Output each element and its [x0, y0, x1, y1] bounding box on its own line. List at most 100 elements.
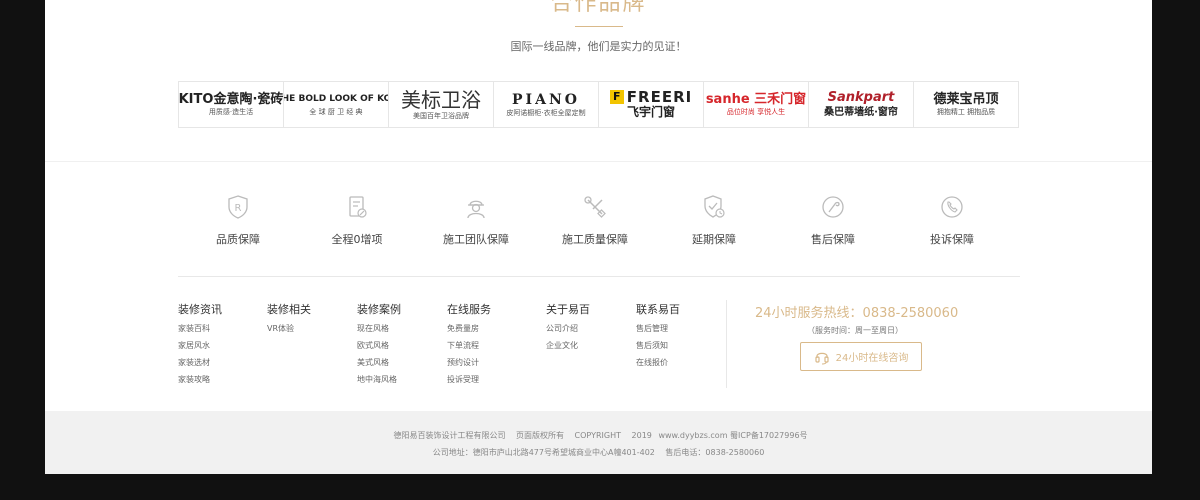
brand-name: sanhe 三禾门窗 [705, 92, 807, 107]
guarantee-label: 施工团队保障 [443, 233, 509, 246]
copyright-line: 德阳易百装饰设计工程有限公司 页面版权所有 COPYRIGHT 2019 www… [45, 430, 1152, 441]
guarantee-label: 施工质量保障 [562, 233, 628, 246]
guarantee-label: 售后保障 [811, 233, 855, 246]
svg-text:R: R [235, 203, 242, 214]
footer-link[interactable]: 售后须知 [636, 340, 680, 351]
brand-logo-kito[interactable]: KITO金意陶·瓷砖 用质感·造生活 [179, 82, 284, 127]
footer-col-news: 装修资讯 家装百科 家居风水 家装选材 家装攻略 [178, 303, 222, 385]
footer-link[interactable]: 家装攻略 [178, 374, 222, 385]
icp-link[interactable]: 蜀ICP备17027996号 [730, 431, 808, 440]
footer-link[interactable]: 欧式风格 [357, 340, 401, 351]
phone-icon [941, 196, 963, 218]
brand-logo-piano[interactable]: PIANO 皮阿诺橱柜·衣柜全屋定制 [494, 82, 599, 127]
footer-link[interactable]: VR体验 [267, 323, 311, 334]
partners-title: 合作品牌 [550, 0, 647, 16]
shield-clock-icon [704, 195, 725, 218]
brand-logo-american-standard[interactable]: 美标卫浴 美国百年卫浴品牌 [389, 82, 494, 127]
footer-col-services: 在线服务 免费量房 下单流程 预约设计 投诉受理 [447, 303, 491, 385]
footer-col-heading: 关于易百 [546, 303, 590, 316]
footer-link[interactable]: 地中海风格 [357, 374, 401, 385]
online-consult-label: 24小时在线咨询 [835, 353, 909, 364]
footer-link[interactable]: 家装选材 [178, 357, 222, 368]
guarantee-label: 品质保障 [216, 233, 260, 246]
page-content: 合作品牌 国际一线品牌，他们是实力的见证！ KITO金意陶·瓷砖 用质感·造生活… [45, 0, 1152, 474]
guarantee-label: 延期保障 [692, 233, 736, 246]
copyright-bar: 德阳易百装饰设计工程有限公司 页面版权所有 COPYRIGHT 2019 www… [45, 411, 1152, 474]
rights-text: 页面版权所有 [516, 431, 564, 440]
brand-slogan: 皮阿诺橱柜·衣柜全屋定制 [506, 108, 586, 117]
footer-link[interactable]: 现在风格 [357, 323, 401, 334]
service-hotline: 24小时服务热线：0838-2580060 [755, 306, 959, 321]
section-divider [45, 161, 1152, 162]
footer-link[interactable]: 家装百科 [178, 323, 222, 334]
brand-logo-freeri[interactable]: F FREERI 飞宇门窗 [599, 82, 704, 127]
footer-col-heading: 联系易百 [636, 303, 680, 316]
brand-name: 科勒 THE BOLD LOOK OF KOHLER [284, 94, 388, 104]
freeri-f-icon: F [609, 90, 624, 104]
brand-logo-kohler[interactable]: 科勒 THE BOLD LOOK OF KOHLER 全 球 厨 卫 经 典 [284, 82, 389, 127]
brand-name: FREERI [626, 87, 693, 106]
brand-logo-sanhe[interactable]: sanhe 三禾门窗 品位时尚 享悦人生 [704, 82, 809, 127]
brand-slogan: 桑巴蒂墙纸·窗帘 [824, 106, 898, 118]
brand-name: 德莱宝吊顶 [933, 92, 999, 107]
title-underline [575, 26, 623, 27]
service-tool-icon [822, 196, 844, 218]
company-name: 德阳易百装饰设计工程有限公司 [393, 431, 506, 440]
partners-subtitle: 国际一线品牌，他们是实力的见证！ [510, 40, 687, 53]
footer-link[interactable]: 售后管理 [636, 323, 680, 334]
guarantee-complaint[interactable]: 投诉保障 [902, 193, 1002, 247]
after-sales-phone: 售后电话：0838-2580060 [665, 448, 765, 457]
footer-col-cases: 装修案例 现在风格 欧式风格 美式风格 地中海风格 [357, 303, 401, 385]
tools-icon [584, 196, 606, 218]
brand-slogan: 飞宇门窗 [626, 104, 675, 119]
footer-link[interactable]: 下单流程 [447, 340, 491, 351]
service-hours: （服务时间：周一至周日） [807, 326, 903, 335]
footer-col-about: 关于易百 公司介绍 企业文化 [546, 303, 590, 351]
brand-slogan: 品位时尚 享悦人生 [726, 108, 786, 116]
brand-name: KITO金意陶·瓷砖 [179, 92, 284, 107]
document-check-icon [349, 196, 367, 218]
guarantee-team[interactable]: 施工团队保障 [426, 193, 526, 247]
footer-link[interactable]: 在线报价 [636, 357, 680, 368]
brand-slogan: 拥抱精工 拥抱品质 [936, 108, 996, 116]
brand-logo-delaibao[interactable]: 德莱宝吊顶 拥抱精工 拥抱品质 [914, 82, 1018, 127]
copyright-word: COPYRIGHT [574, 431, 621, 440]
brand-slogan: 用质感·造生活 [208, 108, 254, 116]
brand-name: PIANO [512, 91, 580, 108]
guarantee-construction-quality[interactable]: 施工质量保障 [545, 193, 645, 247]
footer-divider [178, 276, 1020, 277]
footer-link[interactable]: 预约设计 [447, 357, 491, 368]
guarantee-after-sales[interactable]: 售后保障 [783, 193, 883, 247]
online-consult-button[interactable]: 24小时在线咨询 [800, 342, 922, 371]
footer-link[interactable]: 家居风水 [178, 340, 222, 351]
footer-col-heading: 在线服务 [447, 303, 491, 316]
headset-icon [815, 352, 829, 364]
registered-shield-icon: R [228, 195, 248, 219]
footer-col-heading: 装修案例 [357, 303, 401, 316]
footer-link[interactable]: 投诉受理 [447, 374, 491, 385]
brand-logo-sankpart[interactable]: Sankpart 桑巴蒂墙纸·窗帘 [809, 82, 914, 127]
guarantee-delay[interactable]: 延期保障 [664, 193, 764, 247]
brand-logo-row: KITO金意陶·瓷砖 用质感·造生活 科勒 THE BOLD LOOK OF K… [178, 81, 1019, 128]
brand-slogan: 美国百年卫浴品牌 [413, 111, 469, 120]
address-line: 公司地址：德阳市庐山北路477号希望城商业中心A幢401-402 售后电话：08… [45, 447, 1152, 458]
site-link[interactable]: www.dyybzs.com [658, 431, 727, 440]
guarantee-no-extra[interactable]: 全程0增项 [307, 193, 407, 247]
footer-vertical-divider [726, 300, 727, 388]
company-address: 公司地址：德阳市庐山北路477号希望城商业中心A幢401-402 [432, 448, 655, 457]
footer-link[interactable]: 企业文化 [546, 340, 590, 351]
brand-name: 美标卫浴 [401, 87, 481, 112]
footer-col-heading: 装修资讯 [178, 303, 222, 316]
footer-link[interactable]: 美式风格 [357, 357, 401, 368]
guarantee-label: 投诉保障 [930, 233, 974, 246]
brand-slogan: 全 球 厨 卫 经 典 [309, 108, 363, 116]
footer-link[interactable]: 公司介绍 [546, 323, 590, 334]
worker-helmet-icon [467, 200, 485, 219]
footer-col-contact: 联系易百 售后管理 售后须知 在线报价 [636, 303, 680, 368]
guarantee-quality[interactable]: R 品质保障 [188, 193, 288, 247]
brand-name: Sankpart [827, 89, 895, 105]
footer-link[interactable]: 免费量房 [447, 323, 491, 334]
guarantee-label: 全程0增项 [331, 233, 383, 246]
footer-col-related: 装修相关 VR体验 [267, 303, 311, 334]
footer-col-heading: 装修相关 [267, 303, 311, 316]
